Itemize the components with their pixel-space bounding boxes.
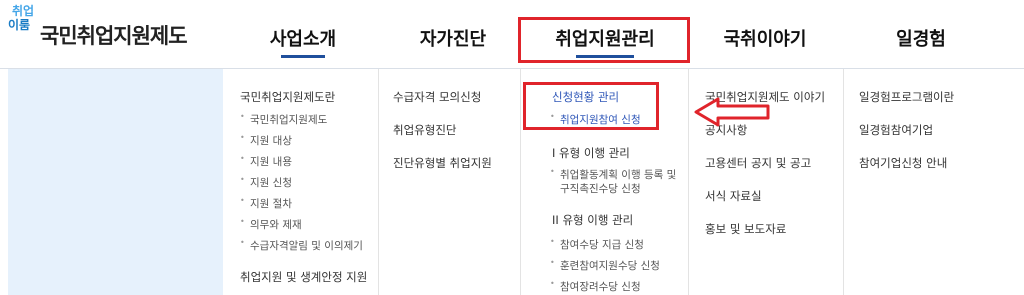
nav-label: 일경험 [896,29,946,50]
menu-sublink[interactable]: 지원 절차 [240,196,292,211]
nav-underline [281,55,325,58]
nav-self-diagnosis[interactable]: 자가진단 [398,20,508,60]
menu-link-center-notices[interactable]: 고용센터 공지 및 공고 [705,155,811,171]
menu-column-diagnosis: 수급자격 모의신청 취업유형진단 진단유형별 취업지원 [393,69,520,295]
menu-link-livelihood[interactable]: 취업지원 및 생계안정 지원 [240,269,367,285]
menu-link-forms[interactable]: 서식 자료실 [705,188,762,204]
highlight-submenu-box [523,82,659,130]
menu-link-type-support[interactable]: 진단유형별 취업지원 [393,155,492,171]
menu-sublink[interactable]: 수급자격알림 및 이의제기 [240,238,363,253]
nav-work-experience[interactable]: 일경험 [866,20,976,60]
nav-business-intro[interactable]: 사업소개 [248,20,358,60]
menu-sublink[interactable]: 훈련참여지원수당 신청 [550,258,660,273]
nav-label: 사업소개 [269,29,337,50]
mega-menu: 국민취업지원제도란 국민취업지원제도 지원 대상 지원 내용 지원 신청 지원 … [0,69,1024,295]
menu-link-overview[interactable]: 국민취업지원제도란 [240,89,335,105]
arrow-left-icon [694,97,770,127]
menu-sublink[interactable]: 지원 대상 [240,133,292,148]
menu-sublink[interactable]: 지원 신청 [240,175,292,190]
menu-sublink[interactable]: 취업활동계획 이행 등록 및 [550,167,676,182]
divider [520,69,521,295]
header: 취업 이룸 국민취업지원제도 사업소개 자가진단 취업지원관리 국취이야기 일경… [0,0,1024,69]
menu-link-type1-mgmt[interactable]: I 유형 이행 관리 [552,145,630,161]
menu-sublink[interactable]: 참여장려수당 신청 [550,279,641,294]
menu-sublink[interactable]: 의무와 제재 [240,217,302,232]
menu-sublink[interactable]: 지원 내용 [240,154,292,169]
divider [378,69,379,295]
menu-link-mock-application[interactable]: 수급자격 모의신청 [393,89,481,105]
divider [688,69,689,295]
logo-mark: 취업 이룸 [8,4,44,32]
logo-mark-line1: 취업 [12,4,35,18]
site-logo[interactable]: 취업 이룸 국민취업지원제도 [8,4,208,60]
menu-sublink-cont[interactable]: 구직촉진수당 신청 [560,181,641,196]
nav-stories[interactable]: 국취이야기 [710,20,820,60]
menu-link-program-intro[interactable]: 일경험프로그램이란 [859,89,954,105]
menu-link-type-diagnosis[interactable]: 취업유형진단 [393,122,456,138]
divider [843,69,844,295]
menu-link-companies[interactable]: 일경험참여기업 [859,122,933,138]
nav-label: 국취이야기 [723,29,807,50]
logo-title: 국민취업지원제도 [40,24,188,48]
nav-label: 자가진단 [419,29,487,50]
menu-link-type2-mgmt[interactable]: II 유형 이행 관리 [552,212,633,228]
menu-link-company-apply[interactable]: 참여기업신청 안내 [859,155,947,171]
logo-mark-line2: 이룸 [8,18,31,32]
highlight-nav-box [518,17,690,63]
menu-sublink[interactable]: 참여수당 지급 신청 [550,237,644,252]
menu-link-press[interactable]: 홍보 및 보도자료 [705,221,786,237]
menu-sublink[interactable]: 국민취업지원제도 [240,112,327,127]
menu-side-panel [8,69,223,295]
menu-column-intro: 국민취업지원제도란 국민취업지원제도 지원 대상 지원 내용 지원 신청 지원 … [240,69,378,295]
menu-column-work-experience: 일경험프로그램이란 일경험참여기업 참여기업신청 안내 [859,69,1019,295]
